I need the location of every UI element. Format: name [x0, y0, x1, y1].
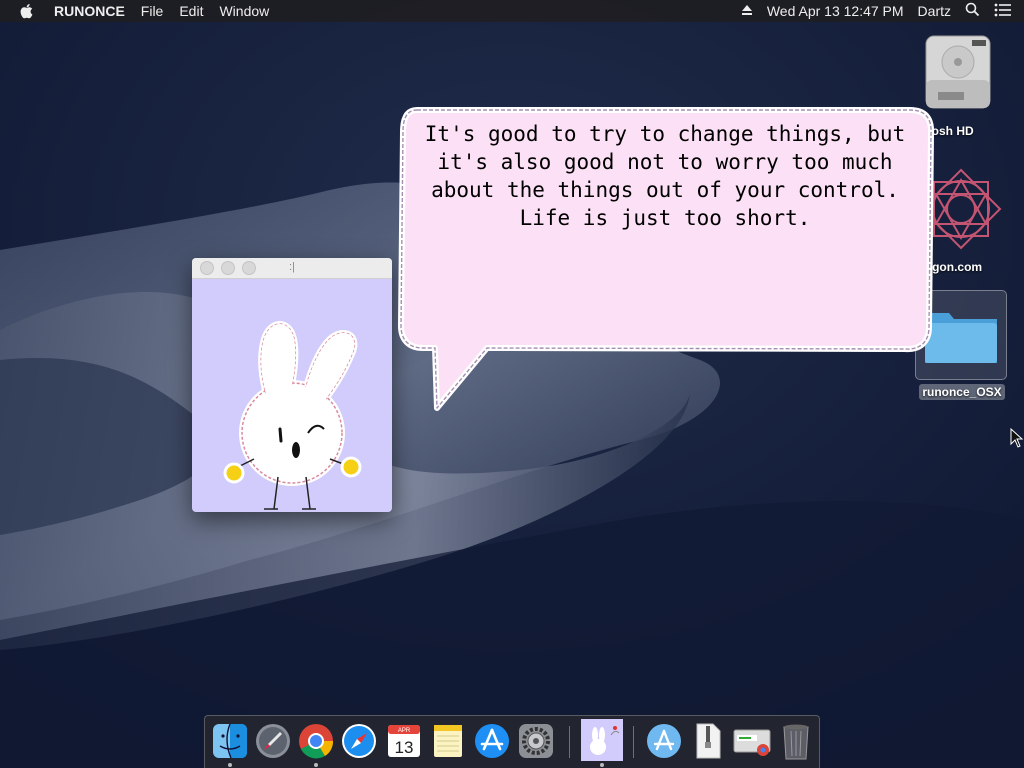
calendar-day: 13 — [395, 738, 414, 757]
eject-icon[interactable] — [741, 3, 753, 19]
menu-bar: RUNONCE File Edit Window Wed Apr 13 12:4… — [0, 0, 1024, 22]
safari-icon[interactable] — [340, 722, 378, 760]
applications-folder-icon[interactable] — [645, 722, 683, 760]
app-menu[interactable]: RUNONCE — [54, 3, 125, 19]
window-titlebar[interactable]: :| — [192, 258, 392, 279]
file-menu[interactable]: File — [141, 3, 164, 19]
spotlight-search-icon[interactable] — [965, 2, 980, 20]
dock-separator — [633, 726, 634, 758]
mouse-cursor-icon — [1010, 428, 1024, 448]
system-preferences-icon[interactable] — [517, 722, 555, 760]
running-indicator — [228, 763, 232, 767]
speech-bubble-text: It's good to try to change things, but i… — [420, 120, 910, 232]
app-store-icon[interactable] — [473, 722, 511, 760]
desktop: RUNONCE File Edit Window Wed Apr 13 12:4… — [0, 0, 1024, 768]
window-title: :| — [289, 261, 295, 273]
edit-menu[interactable]: Edit — [179, 3, 203, 19]
notification-center-icon[interactable] — [994, 3, 1012, 20]
apple-menu-icon[interactable] — [20, 3, 40, 19]
dock-separator — [569, 726, 570, 758]
speech-line: Life is just too short. — [519, 206, 811, 230]
dock: APR 13 — [204, 715, 820, 768]
chrome-icon[interactable] — [297, 722, 335, 760]
chrome-installer-icon[interactable] — [733, 722, 771, 760]
speech-line: it's also good not to worry too much — [437, 150, 893, 174]
calendar-icon[interactable]: APR 13 — [385, 722, 423, 760]
running-indicator — [600, 763, 604, 767]
speech-line: It's good to try to change things, but — [424, 122, 906, 146]
speech-line: about the things out of your control. — [431, 178, 899, 202]
user-menu[interactable]: Dartz — [918, 3, 951, 19]
running-indicator — [314, 763, 318, 767]
runonce-window[interactable]: :| — [192, 258, 392, 512]
hard-drive-icon — [925, 35, 991, 109]
window-menu[interactable]: Window — [219, 3, 269, 19]
clock[interactable]: Wed Apr 13 12:47 PM — [767, 3, 904, 19]
bunny-character — [223, 321, 362, 510]
calendar-month: APR — [398, 728, 411, 734]
launchpad-icon[interactable] — [254, 722, 292, 760]
trash-icon[interactable] — [777, 722, 815, 760]
notes-icon[interactable] — [429, 722, 467, 760]
zip-archive-icon[interactable] — [689, 722, 727, 760]
runonce-app-icon[interactable] — [581, 719, 623, 761]
finder-icon[interactable] — [211, 722, 249, 760]
